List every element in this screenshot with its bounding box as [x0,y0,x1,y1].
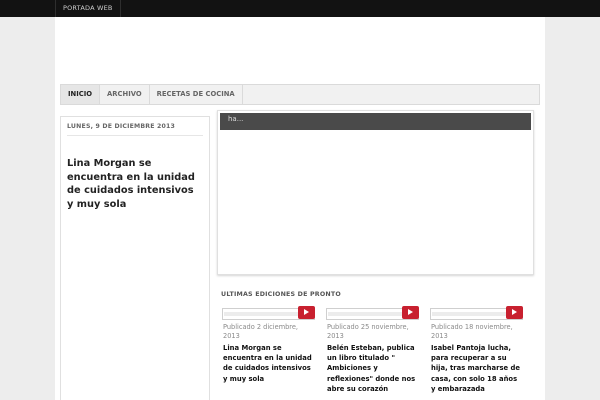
portada-web-link[interactable]: PORTADA WEB [55,0,121,17]
edition-date: Publicado 25 noviembre, 2013 [327,323,409,340]
edition-card[interactable]: Publicado 25 noviembre, 2013 Belén Esteb… [326,306,419,400]
nav-item-inicio[interactable]: INICIO [61,85,101,104]
nav-item-recetas[interactable]: RECETAS DE COCINA [150,85,243,104]
play-glyph [512,309,517,315]
date-divider [67,135,203,136]
edition-card[interactable]: Publicado 18 noviembre, 2013 Isabel Pant… [430,306,523,400]
edition-title[interactable]: Isabel Pantoja lucha, para recuperar a s… [431,343,523,394]
edition-title[interactable]: Lina Morgan se encuentra en la unidad de… [223,343,315,384]
edition-card[interactable]: Publicado 2 diciembre, 2013 Lina Morgan … [222,306,315,400]
slider-caption-bar: ha... [220,113,531,130]
nav-item-archivo[interactable]: ARCHIVO [100,85,150,104]
edition-title[interactable]: Belén Esteban, publica un libro titulado… [327,343,419,394]
page-container: INICIO ARCHIVO RECETAS DE COCINA LUNES, … [55,17,545,400]
play-icon[interactable] [506,306,523,319]
main-nav: INICIO ARCHIVO RECETAS DE COCINA [60,84,540,105]
slider-caption: ha... [228,115,244,123]
top-bar: PORTADA WEB [0,0,600,17]
post-column: LUNES, 9 DE DICIEMBRE 2013 Lina Morgan s… [60,116,210,400]
play-icon[interactable] [298,306,315,319]
editions-heading: ULTIMAS EDICIONES DE PRONTO [221,291,341,298]
edition-date: Publicado 18 noviembre, 2013 [431,323,513,340]
featured-slider[interactable]: ha... [217,110,534,275]
post-title[interactable]: Lina Morgan se encuentra en la unidad de… [67,157,203,211]
post-date: LUNES, 9 DE DICIEMBRE 2013 [67,123,176,130]
play-icon[interactable] [402,306,419,319]
edition-date: Publicado 2 diciembre, 2013 [223,323,299,340]
play-glyph [408,309,413,315]
play-glyph [304,309,309,315]
